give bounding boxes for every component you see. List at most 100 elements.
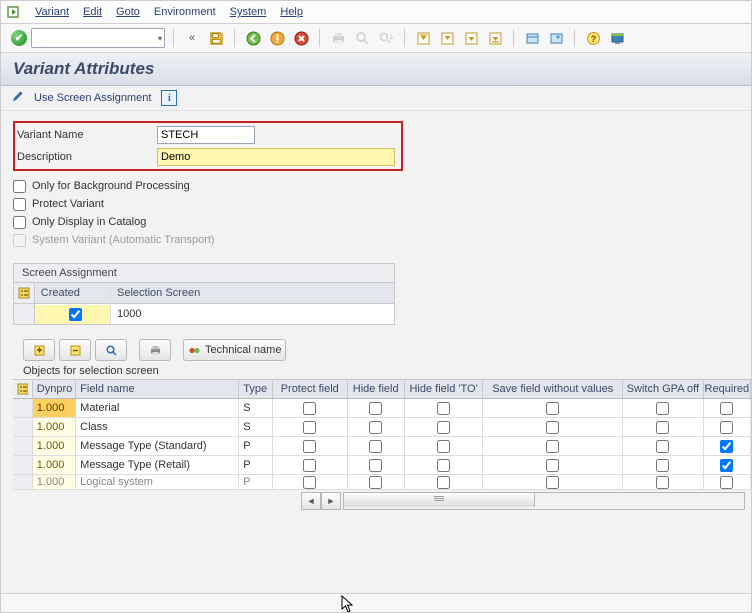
cell-hideto[interactable] (405, 456, 484, 474)
search-button[interactable] (95, 339, 127, 361)
expand-all-button[interactable] (23, 339, 55, 361)
table-row[interactable]: 1.000MaterialS (13, 399, 751, 418)
cell-save[interactable] (483, 418, 623, 436)
table-row[interactable]: 1.000Message Type (Standard)P (13, 437, 751, 456)
cell-save[interactable] (483, 437, 623, 455)
cell-protect-checkbox[interactable] (303, 402, 316, 415)
cell-gpa-checkbox[interactable] (656, 421, 669, 434)
cell-required[interactable] (704, 475, 751, 489)
row-selector[interactable] (13, 418, 33, 436)
cell-required-checkbox[interactable] (720, 421, 733, 434)
cell-hideto-checkbox[interactable] (437, 402, 450, 415)
row-selector[interactable] (13, 475, 33, 489)
exit-icon[interactable] (267, 28, 287, 48)
enter-icon[interactable]: ✔ (11, 30, 27, 46)
cell-required[interactable] (704, 399, 751, 417)
menu-system[interactable]: System (230, 6, 267, 18)
menu-variant[interactable]: Variant (35, 6, 69, 18)
cell-hide-checkbox[interactable] (369, 402, 382, 415)
table-row[interactable]: 1.000Logical systemP (13, 475, 751, 490)
first-page-icon[interactable] (413, 28, 433, 48)
cell-hide-checkbox[interactable] (369, 476, 382, 489)
cell-save[interactable] (483, 399, 623, 417)
cell-hide[interactable] (348, 418, 405, 436)
cell-gpa-checkbox[interactable] (656, 402, 669, 415)
cell-hideto[interactable] (405, 475, 484, 489)
scroll-left-icon[interactable]: ◄ (301, 492, 321, 510)
col-gpa[interactable]: Switch GPA off (623, 380, 704, 398)
back-icon[interactable] (243, 28, 263, 48)
cell-save-checkbox[interactable] (546, 402, 559, 415)
row-selector[interactable] (13, 456, 33, 474)
cell-protect[interactable] (273, 475, 348, 489)
cell-protect-checkbox[interactable] (303, 459, 316, 472)
screen-assignment-row[interactable]: 1000 (14, 304, 394, 324)
layout-menu-icon[interactable] (607, 28, 627, 48)
cell-required-checkbox[interactable] (720, 476, 733, 489)
cell-hide[interactable] (348, 456, 405, 474)
command-field[interactable]: ▾ (31, 28, 165, 48)
cell-protect[interactable] (273, 399, 348, 417)
variant-name-input[interactable] (157, 126, 255, 144)
cell-required[interactable] (704, 437, 751, 455)
cell-hideto-checkbox[interactable] (437, 459, 450, 472)
cell-save[interactable] (483, 456, 623, 474)
info-icon[interactable]: i (161, 90, 177, 106)
horizontal-scrollbar[interactable]: ◄ ► (301, 492, 751, 510)
select-all-icon[interactable] (13, 380, 33, 398)
collapse-all-button[interactable] (59, 339, 91, 361)
row-selector[interactable] (13, 437, 33, 455)
back-nav-icon[interactable]: « (182, 28, 202, 48)
col-save[interactable]: Save field without values (483, 380, 623, 398)
cell-required[interactable] (704, 418, 751, 436)
command-field-icon[interactable] (7, 5, 21, 19)
cell-protect[interactable] (273, 418, 348, 436)
col-type[interactable]: Type (239, 380, 273, 398)
cell-gpa[interactable] (623, 475, 704, 489)
cell-protect-checkbox[interactable] (303, 440, 316, 453)
cell-protect-checkbox[interactable] (303, 421, 316, 434)
col-required[interactable]: Required (704, 380, 751, 398)
cell-required-checkbox[interactable] (720, 459, 733, 472)
catalog-checkbox[interactable] (13, 216, 26, 229)
last-page-icon[interactable] (485, 28, 505, 48)
cell-hideto[interactable] (405, 399, 484, 417)
cell-protect[interactable] (273, 456, 348, 474)
row-selector[interactable] (14, 304, 35, 324)
cell-hideto-checkbox[interactable] (437, 421, 450, 434)
cell-hideto[interactable] (405, 418, 484, 436)
cell-hideto[interactable] (405, 437, 484, 455)
cell-protect[interactable] (273, 437, 348, 455)
col-protect[interactable]: Protect field (273, 380, 348, 398)
cancel-icon[interactable] (291, 28, 311, 48)
scroll-track[interactable] (343, 492, 745, 510)
scroll-right-icon[interactable]: ► (321, 492, 341, 510)
cell-save[interactable] (483, 475, 623, 489)
cell-gpa[interactable] (623, 437, 704, 455)
col-field[interactable]: Field name (76, 380, 239, 398)
select-all-rows-icon[interactable] (14, 283, 35, 303)
table-row[interactable]: 1.000Message Type (Retail)P (13, 456, 751, 475)
cell-protect-checkbox[interactable] (303, 476, 316, 489)
cell-gpa[interactable] (623, 456, 704, 474)
cell-gpa-checkbox[interactable] (656, 476, 669, 489)
cell-required-checkbox[interactable] (720, 440, 733, 453)
protect-variant-checkbox[interactable] (13, 198, 26, 211)
next-page-icon[interactable] (461, 28, 481, 48)
cell-save-checkbox[interactable] (546, 421, 559, 434)
menu-goto[interactable]: Goto (116, 6, 140, 18)
menu-environment[interactable]: Environment (154, 6, 216, 18)
help-icon[interactable]: ? (583, 28, 603, 48)
description-input[interactable] (157, 148, 395, 166)
cell-hide-checkbox[interactable] (369, 440, 382, 453)
col-hide[interactable]: Hide field (348, 380, 405, 398)
cell-hide[interactable] (348, 475, 405, 489)
technical-name-button[interactable]: Technical name (183, 339, 286, 361)
cell-gpa-checkbox[interactable] (656, 440, 669, 453)
cell-hide-checkbox[interactable] (369, 421, 382, 434)
cell-hide[interactable] (348, 399, 405, 417)
created-checkbox[interactable] (69, 308, 82, 321)
bg-processing-checkbox[interactable] (13, 180, 26, 193)
new-session-icon[interactable] (522, 28, 542, 48)
col-dynpro[interactable]: Dynpro (33, 380, 76, 398)
